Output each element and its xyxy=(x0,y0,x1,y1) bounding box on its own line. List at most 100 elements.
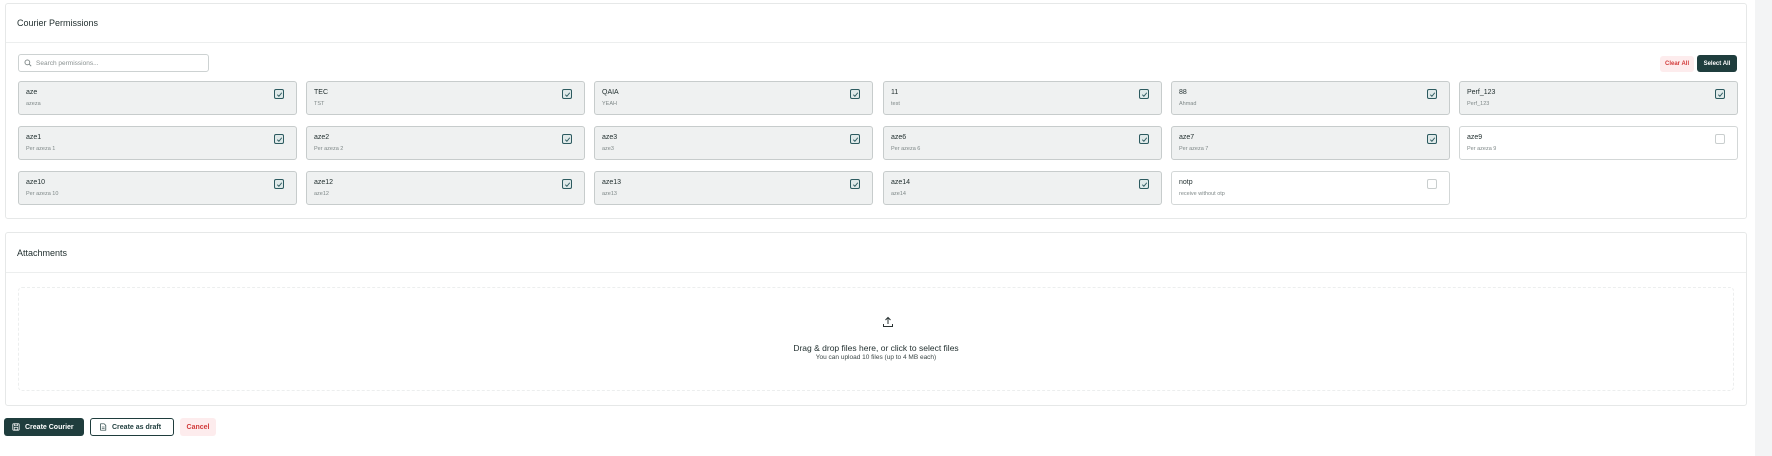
attachments-title: Attachments xyxy=(17,248,68,258)
checkbox-checked[interactable] xyxy=(850,89,860,99)
cancel-button[interactable]: Cancel xyxy=(180,418,216,436)
permission-card[interactable]: aze9 Per azeza 9 xyxy=(1459,126,1738,160)
file-dropzone[interactable]: Drag & drop files here, or click to sele… xyxy=(18,287,1734,391)
permission-name: aze14 xyxy=(891,179,911,186)
permission-name: aze7 xyxy=(1179,134,1195,141)
search-icon xyxy=(24,59,32,67)
check-icon xyxy=(1429,136,1435,142)
checkbox-checked[interactable] xyxy=(274,134,284,144)
permission-description: Per azeza 2 xyxy=(314,146,344,152)
scrollbar-track[interactable] xyxy=(1755,0,1772,456)
checkbox-checked[interactable] xyxy=(1139,134,1149,144)
check-icon xyxy=(564,91,570,97)
permission-card[interactable]: QAIA YEAH xyxy=(594,81,873,115)
permission-card[interactable]: aze13 aze13 xyxy=(594,171,873,205)
permission-description: Per azeza 1 xyxy=(26,146,56,152)
permission-card[interactable]: aze3 aze3 xyxy=(594,126,873,160)
upload-limit-note: You can upload 10 files (up to 4 MB each… xyxy=(815,354,937,361)
permission-name: notp xyxy=(1179,179,1193,186)
permission-description: azeza xyxy=(26,101,41,107)
checkbox-checked[interactable] xyxy=(562,89,572,99)
checkbox-checked[interactable] xyxy=(1139,179,1149,189)
permission-card[interactable]: 88 Ahmad xyxy=(1171,81,1450,115)
permission-card[interactable]: aze6 Per azeza 6 xyxy=(883,126,1162,160)
checkbox-checked[interactable] xyxy=(850,134,860,144)
permission-card[interactable]: aze azeza xyxy=(18,81,297,115)
permission-description: aze14 xyxy=(891,191,906,197)
permission-description: aze13 xyxy=(602,191,617,197)
check-icon xyxy=(276,136,282,142)
create-as-draft-button[interactable]: Create as draft xyxy=(90,418,174,436)
permission-description: TST xyxy=(314,101,325,107)
check-icon xyxy=(1717,91,1723,97)
checkbox-unchecked[interactable] xyxy=(1715,134,1725,144)
permission-card[interactable]: aze14 aze14 xyxy=(883,171,1162,205)
permission-description: Perf_123 xyxy=(1467,101,1490,107)
permission-description: Per azeza 7 xyxy=(1179,146,1209,152)
permission-name: aze3 xyxy=(602,134,618,141)
check-icon xyxy=(564,181,570,187)
permission-name: aze13 xyxy=(602,179,622,186)
checkbox-checked[interactable] xyxy=(1427,89,1437,99)
permission-name: aze1 xyxy=(26,134,42,141)
permission-name: 88 xyxy=(1179,89,1187,96)
permission-description: YEAH xyxy=(602,101,617,107)
permission-name: TEC xyxy=(314,89,328,96)
clear-all-button[interactable]: Clear All xyxy=(1660,56,1695,72)
permission-description: Per azeza 6 xyxy=(891,146,921,152)
checkbox-checked[interactable] xyxy=(274,179,284,189)
permission-card[interactable]: notp receive without otp xyxy=(1171,171,1450,205)
search-permissions-input[interactable] xyxy=(36,59,206,67)
check-icon xyxy=(276,181,282,187)
upload-icon xyxy=(883,316,893,327)
permission-name: Perf_123 xyxy=(1467,89,1496,96)
permission-description: test xyxy=(891,101,900,107)
page: Courier Permissions Clear All Select All… xyxy=(0,0,1755,456)
create-as-draft-label: Create as draft xyxy=(112,423,162,431)
permission-name: aze10 xyxy=(26,179,46,186)
permission-name: aze2 xyxy=(314,134,330,141)
permission-card[interactable]: Perf_123 Perf_123 xyxy=(1459,81,1738,115)
checkbox-checked[interactable] xyxy=(1715,89,1725,99)
permission-card[interactable]: 11 test xyxy=(883,81,1162,115)
permission-description: aze12 xyxy=(314,191,329,197)
permission-name: aze6 xyxy=(891,134,907,141)
search-box[interactable] xyxy=(18,54,209,72)
permission-card[interactable]: aze10 Per azeza 10 xyxy=(18,171,297,205)
permission-description: Ahmad xyxy=(1179,101,1197,107)
permission-description: receive without otp xyxy=(1179,191,1225,197)
permission-name: QAIA xyxy=(602,89,619,96)
checkbox-unchecked[interactable] xyxy=(1427,179,1437,189)
check-icon xyxy=(564,136,570,142)
select-all-button[interactable]: Select All xyxy=(1697,55,1737,72)
permission-name: 11 xyxy=(891,89,899,96)
permission-card[interactable]: aze7 Per azeza 7 xyxy=(1171,126,1450,160)
checkbox-checked[interactable] xyxy=(562,179,572,189)
permission-description: aze3 xyxy=(602,146,614,152)
check-icon xyxy=(1141,181,1147,187)
divider xyxy=(6,272,1746,273)
divider xyxy=(6,42,1746,43)
permission-card[interactable]: aze12 aze12 xyxy=(306,171,585,205)
check-icon xyxy=(852,181,858,187)
checkbox-checked[interactable] xyxy=(1427,134,1437,144)
attachments-card: Attachments Drag & drop files here, or c… xyxy=(5,232,1747,406)
permission-description: Per azeza 9 xyxy=(1467,146,1497,152)
courier-permissions-card: Courier Permissions Clear All Select All… xyxy=(5,3,1747,219)
checkbox-checked[interactable] xyxy=(850,179,860,189)
check-icon xyxy=(276,91,282,97)
checkbox-checked[interactable] xyxy=(274,89,284,99)
create-courier-button[interactable]: Create Courier xyxy=(4,418,84,436)
checkbox-checked[interactable] xyxy=(562,134,572,144)
checkbox-checked[interactable] xyxy=(1139,89,1149,99)
permissions-title: Courier Permissions xyxy=(17,18,99,28)
save-icon xyxy=(12,423,20,431)
permission-card[interactable]: TEC TST xyxy=(306,81,585,115)
permission-card[interactable]: aze1 Per azeza 1 xyxy=(18,126,297,160)
check-icon xyxy=(1141,136,1147,142)
permission-card[interactable]: aze2 Per azeza 2 xyxy=(306,126,585,160)
permission-description: Per azeza 10 xyxy=(26,191,59,197)
create-courier-label: Create Courier xyxy=(25,423,74,431)
check-icon xyxy=(1429,91,1435,97)
permission-name: aze9 xyxy=(1467,134,1483,141)
